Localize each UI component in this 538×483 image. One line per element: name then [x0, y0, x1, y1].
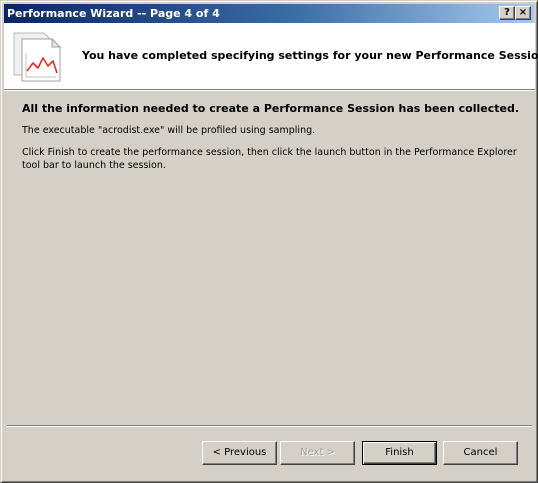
window-title: Performance Wizard -- Page 4 of 4 — [7, 7, 220, 20]
footer-divider — [7, 425, 532, 427]
help-button[interactable]: ? — [499, 6, 515, 20]
cancel-button[interactable]: Cancel — [443, 441, 518, 465]
close-button[interactable]: × — [515, 6, 531, 20]
previous-button[interactable]: < Previous — [202, 441, 277, 465]
next-button[interactable]: Next > — [280, 441, 355, 465]
title-bar[interactable]: Performance Wizard -- Page 4 of 4 ? × — [4, 4, 534, 23]
performance-wizard-window: Performance Wizard -- Page 4 of 4 ? × Yo… — [0, 0, 538, 483]
performance-chart-icon — [13, 32, 62, 82]
wizard-body: All the information needed to create a P… — [22, 99, 522, 181]
summary-text-instructions: Click Finish to create the performance s… — [22, 147, 517, 171]
finish-button[interactable]: Finish — [362, 441, 437, 465]
wizard-header: You have completed specifying settings f… — [4, 23, 538, 89]
summary-text-executable: The executable "acrodist.exe" will be pr… — [22, 125, 316, 136]
wizard-header-title: You have completed specifying settings f… — [82, 49, 538, 62]
header-divider — [4, 89, 535, 91]
summary-headline: All the information needed to create a P… — [22, 102, 519, 115]
